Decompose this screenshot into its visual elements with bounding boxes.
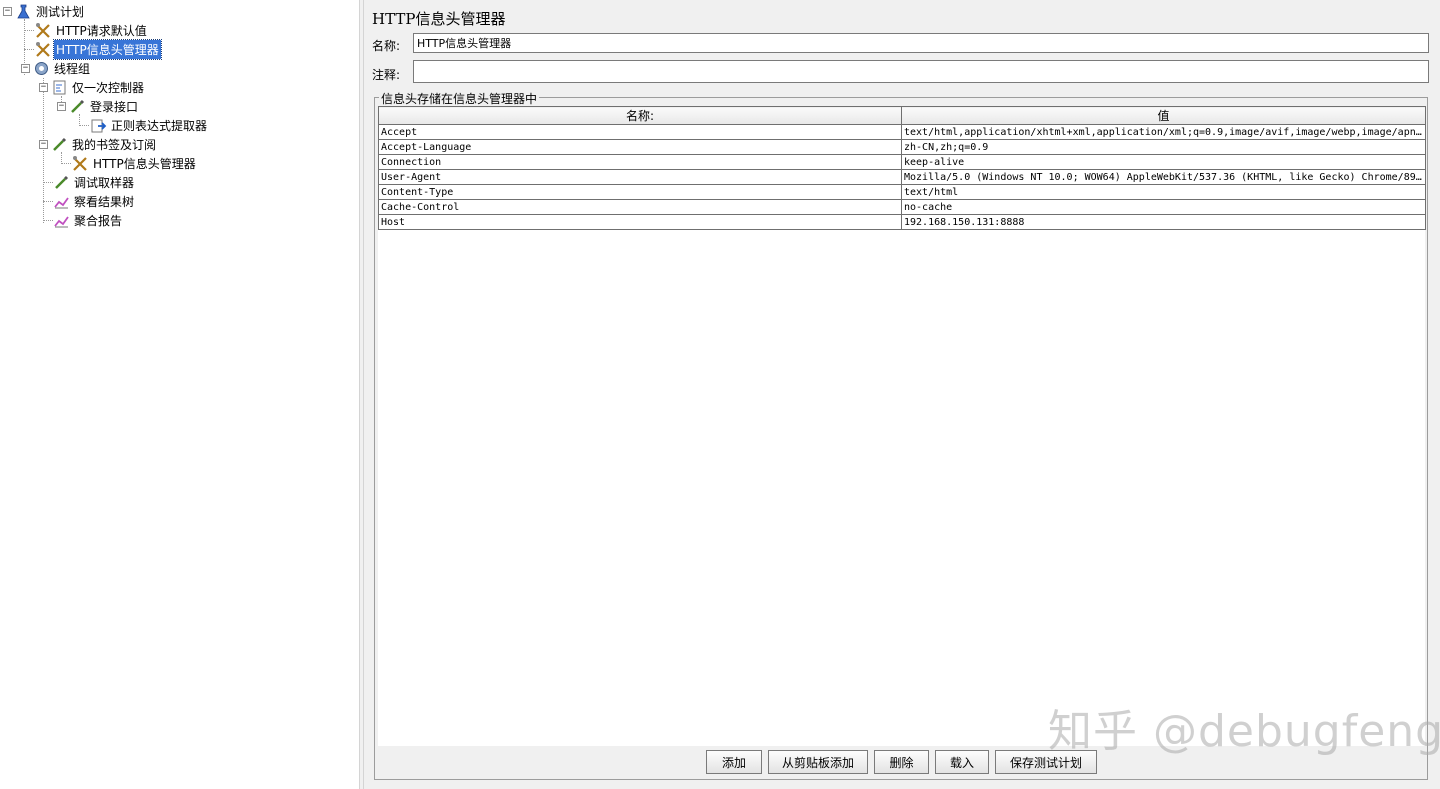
table-header-row: 名称: 值 <box>378 106 1426 125</box>
table-row[interactable]: Content-Type text/html <box>378 184 1426 200</box>
header-value-cell[interactable]: zh-CN,zh;q=0.9 <box>901 139 1426 155</box>
header-manager-panel: HTTP信息头管理器 名称: 注释: 信息头存储在信息头管理器中 名称: 值 A… <box>364 0 1440 789</box>
tree-node-header-manager-child[interactable]: HTTP信息头管理器 <box>72 154 198 173</box>
extractor-icon <box>90 117 107 134</box>
tree-node-label: HTTP信息头管理器 <box>53 39 162 60</box>
collapse-toggle[interactable]: − <box>39 140 48 149</box>
header-value-cell[interactable]: text/html,application/xhtml+xml,applicat… <box>901 124 1426 140</box>
table-row[interactable]: Connection keep-alive <box>378 154 1426 170</box>
load-button[interactable]: 载入 <box>935 750 989 774</box>
gear-icon <box>33 60 50 77</box>
table-row[interactable]: Accept-Language zh-CN,zh;q=0.9 <box>378 139 1426 155</box>
header-value-cell[interactable]: no-cache <box>901 199 1426 215</box>
tree-node-debug-sampler[interactable]: 调试取样器 <box>53 173 136 192</box>
add-from-clipboard-button[interactable]: 从剪贴板添加 <box>768 750 868 774</box>
graph-icon <box>53 193 70 210</box>
tree-node-bookmarks[interactable]: − 我的书签及订阅 <box>39 135 158 154</box>
tree-node-label: 正则表达式提取器 <box>111 119 208 133</box>
table-row[interactable]: Host 192.168.150.131:8888 <box>378 214 1426 230</box>
delete-button[interactable]: 删除 <box>874 750 929 774</box>
graph-icon <box>53 212 70 229</box>
headers-group: 信息头存储在信息头管理器中 名称: 值 Accept text/html,app… <box>374 90 1428 780</box>
header-name-cell[interactable]: Host <box>378 214 902 230</box>
collapse-toggle[interactable]: − <box>57 102 66 111</box>
header-name-cell[interactable]: Cache-Control <box>378 199 902 215</box>
tree-node-label: HTTP请求默认值 <box>56 24 147 38</box>
header-value-cell[interactable]: keep-alive <box>901 154 1426 170</box>
button-bar: 添加 从剪贴板添加 删除 载入 保存测试计划 <box>375 750 1427 774</box>
tree-node-label: 登录接口 <box>90 100 139 114</box>
header-value-cell[interactable]: 192.168.150.131:8888 <box>901 214 1426 230</box>
headers-table-container[interactable]: 名称: 值 Accept text/html,application/xhtml… <box>378 106 1426 746</box>
header-value-cell[interactable]: Mozilla/5.0 (Windows NT 10.0; WOW64) App… <box>901 169 1426 185</box>
column-header-value[interactable]: 值 <box>901 106 1426 125</box>
tree-node-regex-extractor[interactable]: 正则表达式提取器 <box>90 116 209 135</box>
panel-title: HTTP信息头管理器 <box>372 10 506 28</box>
headers-table: 名称: 值 Accept text/html,application/xhtml… <box>378 106 1426 230</box>
add-button[interactable]: 添加 <box>706 750 762 774</box>
tree-node-label: 线程组 <box>54 62 91 76</box>
pipette-icon <box>69 98 86 115</box>
tree-node-label: 察看结果树 <box>74 195 135 209</box>
header-name-cell[interactable]: User-Agent <box>378 169 902 185</box>
tree-node-label: 聚合报告 <box>74 214 123 228</box>
name-label: 名称: <box>372 39 401 53</box>
tree-node-aggregate-report[interactable]: 聚合报告 <box>53 211 124 230</box>
collapse-toggle[interactable]: − <box>21 64 30 73</box>
tree-node-label: 我的书签及订阅 <box>72 138 157 152</box>
flask-icon <box>15 3 32 20</box>
tree-node-label: 测试计划 <box>36 5 85 19</box>
pipette-icon <box>51 136 68 153</box>
wrench-screwdriver-icon <box>35 22 52 39</box>
header-name-cell[interactable]: Connection <box>378 154 902 170</box>
tree-node-test-plan[interactable]: − 测试计划 <box>3 2 86 21</box>
wrench-screwdriver-icon <box>35 41 52 58</box>
tree-node-thread-group[interactable]: − 线程组 <box>21 59 92 78</box>
save-test-plan-button[interactable]: 保存测试计划 <box>995 750 1097 774</box>
tree-node-label: 仅一次控制器 <box>72 81 145 95</box>
tree-node-label: 调试取样器 <box>74 176 135 190</box>
table-row[interactable]: Accept text/html,application/xhtml+xml,a… <box>378 124 1426 140</box>
table-row[interactable]: Cache-Control no-cache <box>378 199 1426 215</box>
header-name-cell[interactable]: Accept-Language <box>378 139 902 155</box>
collapse-toggle[interactable]: − <box>39 83 48 92</box>
tree-node-header-manager[interactable]: HTTP信息头管理器 <box>35 39 162 60</box>
name-field[interactable] <box>413 33 1429 53</box>
tree-node-login-api[interactable]: − 登录接口 <box>57 97 140 116</box>
tree-node-results-tree[interactable]: 察看结果树 <box>53 192 136 211</box>
controller-icon <box>51 79 68 96</box>
pipette-icon <box>53 174 70 191</box>
collapse-toggle[interactable]: − <box>3 7 12 16</box>
table-row[interactable]: User-Agent Mozilla/5.0 (Windows NT 10.0;… <box>378 169 1426 185</box>
comment-label: 注释: <box>372 68 401 82</box>
column-header-name[interactable]: 名称: <box>378 106 902 125</box>
test-plan-tree: − 测试计划 HTTP请求默认值 HTTP信息头管理器 − 线程组 − 仅一次控… <box>0 0 359 789</box>
header-name-cell[interactable]: Accept <box>378 124 902 140</box>
header-name-cell[interactable]: Content-Type <box>378 184 902 200</box>
comment-field[interactable] <box>413 60 1429 83</box>
tree-node-http-defaults[interactable]: HTTP请求默认值 <box>35 21 149 40</box>
wrench-screwdriver-icon <box>72 155 89 172</box>
group-title: 信息头存储在信息头管理器中 <box>379 90 540 107</box>
tree-node-label: HTTP信息头管理器 <box>93 157 196 171</box>
header-value-cell[interactable]: text/html <box>901 184 1426 200</box>
tree-node-once-controller[interactable]: − 仅一次控制器 <box>39 78 146 97</box>
